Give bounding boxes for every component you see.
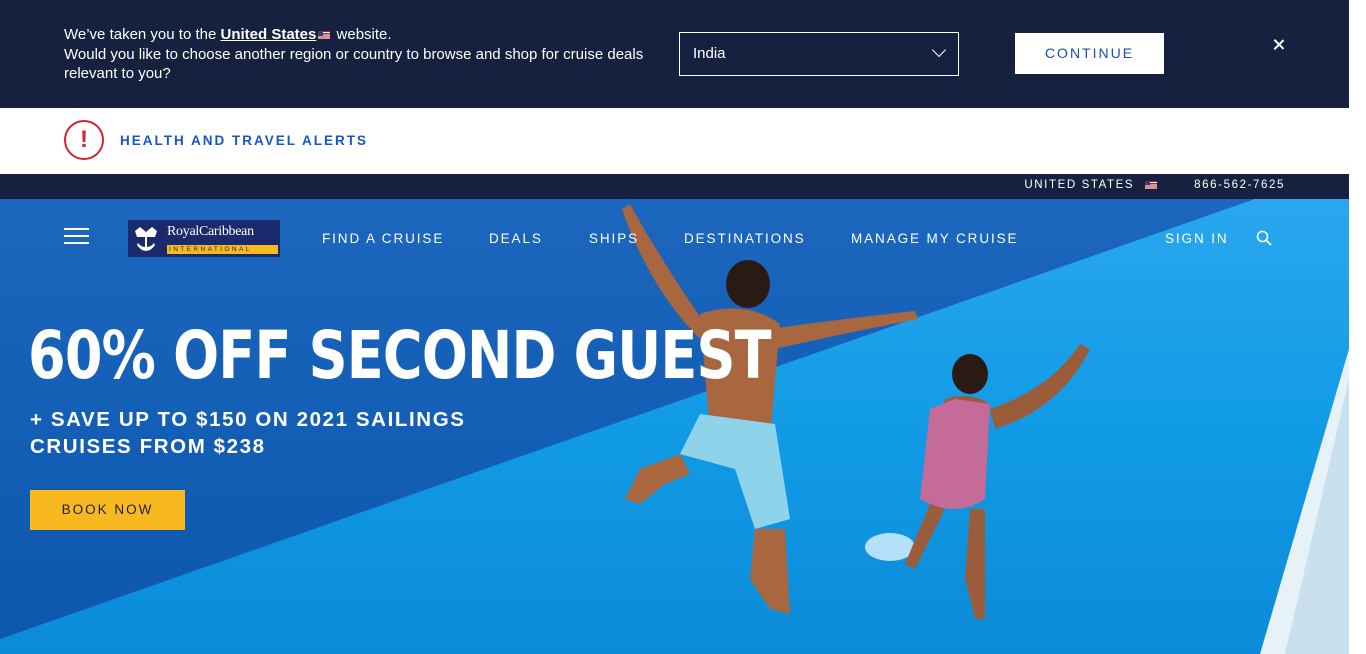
alerts-bar: ! HEALTH AND TRAVEL ALERTS <box>0 108 1349 174</box>
nav-find-a-cruise[interactable]: FIND A CRUISE <box>322 231 444 246</box>
region-message-prefix: We’ve taken you to the <box>64 26 217 43</box>
nav-ships[interactable]: SHIPS <box>589 231 639 246</box>
continue-button[interactable]: CONTINUE <box>1015 33 1164 74</box>
alert-icon[interactable]: ! <box>64 120 104 160</box>
health-travel-alerts-link[interactable]: HEALTH AND TRAVEL ALERTS <box>120 133 368 148</box>
nav-deals[interactable]: DEALS <box>489 231 543 246</box>
crown-anchor-icon <box>131 223 161 254</box>
logo-subname: INTERNATIONAL <box>167 245 278 254</box>
region-banner: We’ve taken you to the United States web… <box>0 0 1349 108</box>
nav-manage-my-cruise[interactable]: MANAGE MY CRUISE <box>851 231 1018 246</box>
us-flag-icon <box>318 31 331 40</box>
nav-destinations[interactable]: DESTINATIONS <box>684 231 806 246</box>
region-message: We’ve taken you to the United States web… <box>64 25 654 84</box>
utility-bar: UNITED STATES 866-562-7625 <box>0 174 1349 199</box>
hero-headline: 60% OFF SECOND GUEST <box>28 317 772 394</box>
sign-in-link[interactable]: SIGN IN <box>1165 231 1229 246</box>
logo-name: RoyalCaribbean <box>167 224 254 239</box>
phone-number[interactable]: 866-562-7625 <box>1194 179 1285 191</box>
book-now-button[interactable]: BOOK NOW <box>30 490 185 530</box>
hero-subline-savings: + SAVE UP TO $150 ON 2021 SAILINGS <box>30 408 466 431</box>
menu-icon[interactable] <box>64 228 89 245</box>
royal-caribbean-logo[interactable]: RoyalCaribbean INTERNATIONAL <box>128 220 280 257</box>
search-icon[interactable] <box>1256 230 1272 246</box>
us-flag-icon <box>1145 180 1157 189</box>
country-label: UNITED STATES <box>1024 179 1135 191</box>
region-message-suffix: website. <box>336 26 392 43</box>
chevron-down-icon <box>931 42 947 58</box>
region-message-question: Would you like to choose another region … <box>64 45 644 83</box>
hero-banner: RoyalCaribbean INTERNATIONAL FIND A CRUI… <box>0 199 1349 654</box>
close-icon[interactable] <box>1271 37 1287 53</box>
current-country-link[interactable]: United States <box>221 26 317 43</box>
region-select-value: India <box>693 45 726 62</box>
country-selector[interactable]: UNITED STATES <box>1024 179 1159 191</box>
hero-subline-price: CRUISES FROM $238 <box>30 435 266 458</box>
region-select[interactable]: India <box>679 32 959 76</box>
